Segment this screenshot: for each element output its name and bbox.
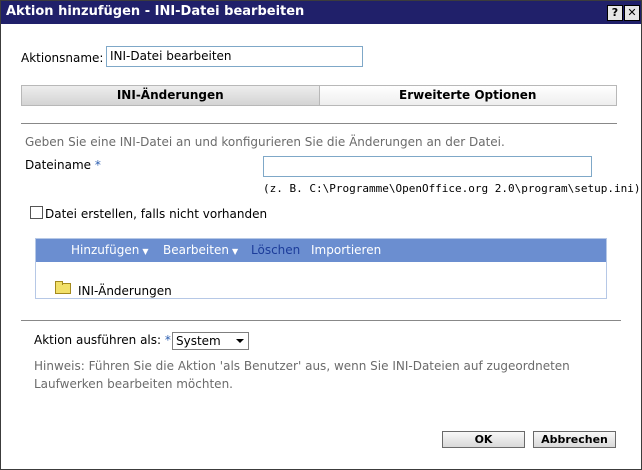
filename-example: (z. B. C:\Programme\OpenOffice.org 2.0\p… bbox=[263, 182, 641, 195]
help-icon[interactable]: ? bbox=[607, 5, 623, 21]
create-file-label[interactable]: Datei erstellen, falls nicht vorhanden bbox=[45, 207, 267, 221]
add-menu[interactable]: Hinzufügen ▼ bbox=[71, 243, 148, 257]
add-menu-label: Hinzufügen bbox=[71, 243, 140, 257]
tab-ini-changes[interactable]: INI-Änderungen bbox=[22, 86, 320, 105]
delete-link[interactable]: Löschen bbox=[251, 243, 300, 257]
window-title: Aktion hinzufügen - INI-Datei bearbeiten bbox=[6, 4, 305, 19]
create-file-checkbox[interactable] bbox=[30, 206, 43, 219]
action-name-input[interactable]: INI-Datei bearbeiten bbox=[106, 46, 363, 67]
edit-menu[interactable]: Bearbeiten ▼ bbox=[163, 243, 238, 257]
divider bbox=[21, 320, 621, 321]
tree-item-ini-changes[interactable]: INI-Änderungen bbox=[78, 284, 172, 298]
title-bar[interactable]: Aktion hinzufügen - INI-Datei bearbeiten… bbox=[1, 1, 641, 24]
import-link[interactable]: Importieren bbox=[311, 243, 381, 257]
run-as-label-text: Aktion ausführen als: bbox=[34, 333, 162, 347]
chevron-down-icon: ▼ bbox=[142, 247, 149, 256]
folder-icon bbox=[55, 281, 71, 294]
dialog-window: Aktion hinzufügen - INI-Datei bearbeiten… bbox=[0, 0, 642, 470]
filename-label: Dateiname * bbox=[25, 158, 101, 172]
cancel-button[interactable]: Abbrechen bbox=[533, 431, 616, 448]
panel-toolbar: Hinzufügen ▼ Bearbeiten ▼ Löschen Importie… bbox=[36, 239, 606, 262]
required-mark: * bbox=[164, 333, 171, 347]
dropdown-arrow-icon bbox=[236, 339, 244, 343]
filename-label-text: Dateiname bbox=[25, 158, 92, 172]
edit-menu-label: Bearbeiten bbox=[163, 243, 229, 257]
filename-input[interactable] bbox=[263, 156, 592, 177]
run-as-label: Aktion ausführen als: * bbox=[34, 333, 171, 347]
required-mark: * bbox=[94, 158, 101, 172]
ini-changes-panel: Hinzufügen ▼ Bearbeiten ▼ Löschen Importie… bbox=[35, 238, 607, 299]
action-name-label: Aktionsname: bbox=[21, 51, 104, 65]
close-icon[interactable]: ✕ bbox=[624, 5, 640, 21]
run-as-selected: System bbox=[176, 334, 221, 348]
run-as-select[interactable]: System bbox=[172, 332, 249, 350]
tab-advanced-options[interactable]: Erweiterte Optionen bbox=[319, 86, 616, 105]
tab-bar: INI-Änderungen Erweiterte Optionen bbox=[21, 85, 617, 106]
hint-text: Hinweis: Führen Sie die Aktion 'als Benu… bbox=[34, 359, 570, 391]
ok-button[interactable]: OK bbox=[442, 431, 525, 448]
description-text: Geben Sie eine INI-Datei an und konfigur… bbox=[25, 135, 505, 149]
chevron-down-icon: ▼ bbox=[231, 247, 239, 256]
divider bbox=[21, 123, 617, 124]
